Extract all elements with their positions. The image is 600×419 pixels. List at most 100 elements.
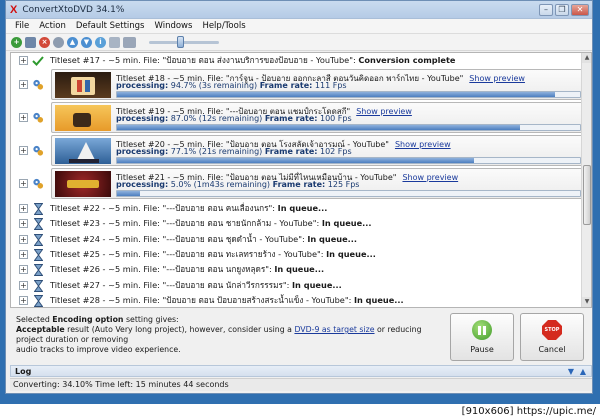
collapse-down-arrow-icon[interactable]: ▼ (566, 367, 576, 376)
zoom-slider-thumb[interactable] (177, 35, 185, 48)
processing-card[interactable]: Titleset #19 - ~5 min. File: "---ป้อบอาย… (51, 102, 584, 133)
list-item[interactable]: + Titleset #26 - ~5 min. File: "---ป้อบอ… (11, 263, 579, 276)
progress-detail: 87.0% (12s remaining) (168, 114, 265, 123)
info-text: setting gives: (123, 315, 179, 324)
watermark: [910x606] https://upic.me/ (461, 406, 596, 417)
conversion-status: Converting: 34.10% Time left: 15 minutes… (13, 380, 229, 389)
frame-rate-label: Frame rate: (272, 180, 326, 189)
menu-file[interactable]: File (10, 21, 34, 31)
settings-icon[interactable] (53, 36, 64, 48)
titleset-info: Titleset #27 - ~5 min. File: "---ป้อบอาย… (50, 280, 293, 290)
hourglass-icon (32, 233, 44, 246)
pause-label: Pause (470, 345, 494, 354)
menu-default-settings[interactable]: Default Settings (71, 21, 150, 31)
list-item[interactable]: + Titleset #17 - ~5 min. File: "ป้อบอาย … (11, 54, 579, 67)
expand-toggle[interactable]: + (19, 179, 28, 188)
expand-toggle[interactable]: + (19, 281, 28, 290)
pause-icon (472, 320, 492, 340)
menu-help-tools[interactable]: Help/Tools (197, 21, 250, 31)
log-label: Log (15, 366, 32, 376)
titleset-info: Titleset #28 - ~5 min. File: "ป้อบอาย ตอ… (50, 295, 354, 305)
progress-bar-fill (117, 125, 520, 130)
move-down-icon[interactable]: ▼ (81, 36, 92, 48)
dvd9-target-link[interactable]: DVD-9 as target size (294, 325, 374, 334)
frame-rate-value: 102 Fps (317, 147, 352, 156)
show-preview-link[interactable]: Show preview (395, 140, 451, 149)
cancel-button[interactable]: STOP Cancel (520, 313, 584, 361)
toolbar: + × ▲ ▼ i (6, 34, 592, 51)
progress-bar-fill (117, 92, 556, 97)
menu-windows[interactable]: Windows (149, 21, 197, 31)
show-preview-link[interactable]: Show preview (356, 107, 412, 116)
show-preview-link[interactable]: Show preview (469, 74, 525, 83)
app-window: X ConvertXtoDVD 34.1% – ❐ ✕ File Action … (5, 0, 593, 394)
expand-up-arrow-icon[interactable]: ▲ (578, 367, 588, 376)
progress-bar-fill (117, 158, 474, 163)
minimize-button[interactable]: – (539, 3, 553, 16)
video-thumbnail[interactable] (55, 171, 111, 197)
titleset-info: Titleset #22 - ~5 min. File: "---ป้อบอาย… (50, 203, 278, 213)
titleset-list: + Titleset #17 - ~5 min. File: "ป้อบอาย … (10, 52, 592, 308)
menu-action[interactable]: Action (34, 21, 71, 31)
hourglass-icon (32, 294, 44, 307)
expand-toggle[interactable]: + (19, 113, 28, 122)
frame-rate-label: Frame rate: (264, 114, 318, 123)
list-item[interactable]: + Titleset #25 - ~5 min. File: "---ป้อบอ… (11, 248, 579, 261)
maximize-button[interactable]: ❐ (555, 3, 569, 16)
list-item[interactable]: + Titleset #27 - ~5 min. File: "---ป้อบอ… (11, 279, 579, 292)
status-label: In queue... (353, 295, 404, 305)
progress-bar (116, 157, 581, 164)
processing-card[interactable]: Titleset #18 - ~5 min. File: "การ์จูน - … (51, 69, 584, 100)
video-thumbnail[interactable] (55, 72, 111, 98)
expand-toggle[interactable]: + (19, 296, 28, 305)
status-label: In queue... (321, 218, 372, 228)
processing-card[interactable]: Titleset #21 - ~5 min. File: "ป้อบอาย ตอ… (51, 168, 584, 199)
status-label: Conversion complete (358, 55, 456, 65)
hourglass-icon (32, 217, 44, 230)
close-button[interactable]: ✕ (571, 3, 589, 16)
add-icon[interactable]: + (11, 36, 22, 48)
show-preview-link[interactable]: Show preview (402, 173, 458, 182)
processing-card[interactable]: Titleset #20 - ~5 min. File: "ป้อบอาย ตอ… (51, 135, 584, 166)
frame-rate-value: 125 Fps (325, 180, 360, 189)
progress-detail: 5.0% (1m43s remaining) (168, 180, 273, 189)
expand-toggle[interactable]: + (19, 146, 28, 155)
link-icon[interactable] (109, 36, 120, 48)
log-panel-header[interactable]: Log ▼ ▲ (10, 365, 592, 377)
info-text: result (Auto Very long project), however… (64, 325, 295, 334)
window-controls: – ❐ ✕ (539, 3, 592, 16)
expand-toggle[interactable]: + (19, 56, 28, 65)
processing-gears-icon (32, 177, 44, 189)
info-text: audio tracks to improve video experience… (16, 345, 181, 354)
list-item[interactable]: + Titleset #24 - ~5 min. File: "---ป้อบอ… (11, 233, 579, 246)
checkmark-icon (32, 55, 44, 67)
status-label: In queue... (292, 280, 342, 290)
video-thumbnail[interactable] (55, 138, 111, 164)
expand-toggle[interactable]: + (19, 204, 28, 213)
hourglass-icon (32, 263, 44, 276)
progress-bar-fill (117, 191, 141, 196)
scroll-thumb[interactable] (583, 165, 591, 225)
video-thumbnail[interactable] (55, 105, 111, 131)
expand-toggle[interactable]: + (19, 250, 28, 259)
list-item[interactable]: + Titleset #22 - ~5 min. File: "---ป้อบอ… (11, 202, 579, 215)
move-up-icon[interactable]: ▲ (67, 36, 78, 48)
list-item[interactable]: + Titleset #28 - ~5 min. File: "ป้อบอาย … (11, 294, 579, 307)
info-icon[interactable]: i (95, 36, 106, 48)
zoom-slider[interactable] (149, 35, 219, 48)
status-bar: Converting: 34.10% Time left: 15 minutes… (10, 378, 592, 391)
window-title: ConvertXtoDVD 34.1% (22, 4, 125, 15)
expand-toggle[interactable]: + (19, 235, 28, 244)
list-scrollbar[interactable]: ▲ ▼ (581, 53, 591, 307)
hourglass-icon (32, 202, 44, 215)
expand-toggle[interactable]: + (19, 265, 28, 274)
monitor-icon[interactable] (123, 36, 136, 48)
pause-button[interactable]: Pause (450, 313, 514, 361)
scroll-down-arrow-icon[interactable]: ▼ (582, 297, 591, 307)
save-icon[interactable] (25, 36, 36, 48)
scroll-up-arrow-icon[interactable]: ▲ (582, 53, 591, 63)
remove-icon[interactable]: × (39, 36, 50, 48)
expand-toggle[interactable]: + (19, 80, 28, 89)
list-item[interactable]: + Titleset #23 - ~5 min. File: "---ป้อบอ… (11, 217, 579, 230)
expand-toggle[interactable]: + (19, 219, 28, 228)
